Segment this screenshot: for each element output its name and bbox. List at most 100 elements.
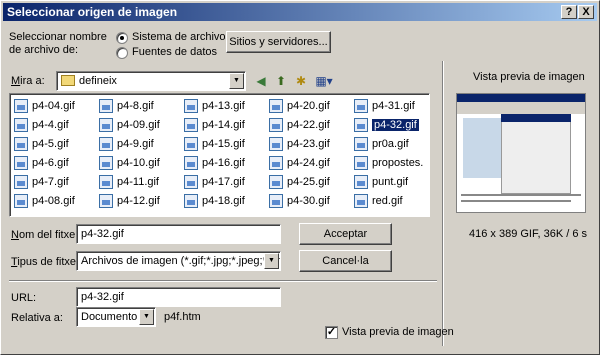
- file-item[interactable]: p4-04.gif: [13, 98, 75, 114]
- file-item[interactable]: p4-8.gif: [98, 98, 154, 114]
- accept-button[interactable]: Acceptar: [299, 223, 392, 245]
- file-name: propostes.: [372, 157, 424, 169]
- file-item[interactable]: p4-9.gif: [98, 136, 154, 152]
- file-name: p4-24.gif: [287, 157, 330, 169]
- dialog-title: Seleccionar origen de imagen: [7, 5, 178, 19]
- gif-file-icon: [269, 156, 283, 170]
- back-icon[interactable]: ◀: [253, 73, 269, 89]
- close-button[interactable]: X: [578, 5, 594, 19]
- file-item[interactable]: p4-11.gif: [98, 174, 159, 190]
- gif-file-icon: [354, 118, 368, 132]
- file-name: p4-32.gif: [372, 119, 419, 131]
- file-name: p4-17.gif: [202, 176, 245, 188]
- file-list[interactable]: p4-04.gif p4-4.gif p4-5.gif p4-6.gif p4-7.gi…: [9, 93, 430, 217]
- image-preview: [456, 93, 586, 213]
- lookin-value: defineix: [79, 75, 117, 87]
- gif-file-icon: [99, 194, 113, 208]
- file-item[interactable]: p4-22.gif: [268, 117, 330, 133]
- file-item[interactable]: p4-31.gif: [353, 98, 415, 114]
- filetype-label: Tipus de fitxer:: [11, 256, 83, 268]
- file-name: p4-6.gif: [32, 157, 69, 169]
- file-name: p4-11.gif: [117, 176, 159, 188]
- file-item[interactable]: p4-32.gif: [353, 117, 419, 133]
- chevron-down-icon[interactable]: ▼: [264, 253, 279, 269]
- chevron-down-icon[interactable]: ▼: [229, 73, 244, 89]
- chevron-down-icon[interactable]: ▼: [139, 309, 154, 325]
- gif-file-icon: [99, 99, 113, 113]
- file-item[interactable]: p4-7.gif: [13, 174, 69, 190]
- file-item[interactable]: p4-17.gif: [183, 174, 245, 190]
- filename-input[interactable]: p4-32.gif: [76, 224, 281, 244]
- relative-file: p4f.htm: [164, 311, 201, 323]
- relative-select[interactable]: Documento ▼: [76, 307, 156, 327]
- gif-file-icon: [14, 194, 28, 208]
- gif-file-icon: [269, 175, 283, 189]
- file-name: p4-31.gif: [372, 100, 415, 112]
- file-name: pr0a.gif: [372, 138, 409, 150]
- gif-file-icon: [14, 99, 28, 113]
- preview-checkbox[interactable]: ✓: [325, 326, 338, 339]
- file-name: p4-14.gif: [202, 119, 245, 131]
- file-name: p4-09.gif: [117, 119, 160, 131]
- file-item[interactable]: p4-16.gif: [183, 155, 245, 171]
- file-item[interactable]: p4-10.gif: [98, 155, 160, 171]
- gif-file-icon: [269, 99, 283, 113]
- file-name: p4-16.gif: [202, 157, 245, 169]
- title-bar[interactable]: Seleccionar origen de imagen: [3, 3, 597, 21]
- gif-file-icon: [354, 137, 368, 151]
- file-item[interactable]: p4-24.gif: [268, 155, 330, 171]
- file-name: p4-8.gif: [117, 100, 154, 112]
- file-item[interactable]: red.gif: [353, 193, 403, 209]
- file-item[interactable]: p4-6.gif: [13, 155, 69, 171]
- new-folder-icon[interactable]: ✱: [293, 73, 309, 89]
- file-item[interactable]: p4-12.gif: [98, 193, 160, 209]
- gif-file-icon: [269, 137, 283, 151]
- file-item[interactable]: p4-23.gif: [268, 136, 330, 152]
- view-menu-icon[interactable]: ▦▾: [313, 73, 335, 89]
- lookin-select[interactable]: defineix ▼: [56, 71, 246, 91]
- radio-data-sources-label: Fuentes de datos: [132, 46, 218, 58]
- cancel-button[interactable]: Cancel·la: [299, 250, 392, 272]
- lookin-label: Mira a:: [11, 75, 45, 87]
- file-item[interactable]: pr0a.gif: [353, 136, 409, 152]
- preview-info: 416 x 389 GIF, 36K / 6 s: [469, 228, 588, 240]
- gif-file-icon: [184, 137, 198, 151]
- gif-file-icon: [184, 194, 198, 208]
- up-folder-icon[interactable]: ⬆: [273, 73, 289, 89]
- file-item[interactable]: p4-18.gif: [183, 193, 245, 209]
- file-name: red.gif: [372, 195, 403, 207]
- file-item[interactable]: p4-08.gif: [13, 193, 75, 209]
- gif-file-icon: [184, 118, 198, 132]
- gif-file-icon: [354, 99, 368, 113]
- file-name: p4-5.gif: [32, 138, 69, 150]
- file-item[interactable]: punt.gif: [353, 174, 408, 190]
- help-button[interactable]: ?: [561, 5, 577, 19]
- gif-file-icon: [14, 156, 28, 170]
- radio-data-sources[interactable]: [116, 47, 128, 59]
- filetype-select[interactable]: Archivos de imagen (*.gif;*.jpg;*.jpeg;*…: [76, 251, 281, 271]
- gif-file-icon: [99, 175, 113, 189]
- file-item[interactable]: p4-5.gif: [13, 136, 69, 152]
- file-item[interactable]: p4-15.gif: [183, 136, 245, 152]
- gif-file-icon: [14, 175, 28, 189]
- file-item[interactable]: propostes.: [353, 155, 423, 171]
- radio-file-system-label: Sistema de archivos: [132, 31, 232, 43]
- source-label: Seleccionar nombre de archivo de:: [9, 31, 107, 56]
- file-name: p4-12.gif: [117, 195, 160, 207]
- file-name: p4-04.gif: [32, 100, 75, 112]
- gif-file-icon: [184, 99, 198, 113]
- file-item[interactable]: p4-13.gif: [183, 98, 245, 114]
- vertical-divider: [442, 61, 444, 346]
- radio-file-system[interactable]: [116, 32, 128, 44]
- file-item[interactable]: p4-4.gif: [13, 117, 69, 133]
- file-item[interactable]: p4-14.gif: [183, 117, 245, 133]
- file-item[interactable]: p4-30.gif: [268, 193, 330, 209]
- file-item[interactable]: p4-20.gif: [268, 98, 330, 114]
- dialog-window: Seleccionar origen de imagen ? X Selecci…: [0, 0, 600, 355]
- file-name: p4-23.gif: [287, 138, 330, 150]
- sites-servers-button[interactable]: Sitios y servidores...: [226, 31, 331, 53]
- file-name: p4-08.gif: [32, 195, 75, 207]
- file-item[interactable]: p4-09.gif: [98, 117, 160, 133]
- file-item[interactable]: p4-25.gif: [268, 174, 330, 190]
- url-input[interactable]: p4-32.gif: [76, 287, 281, 307]
